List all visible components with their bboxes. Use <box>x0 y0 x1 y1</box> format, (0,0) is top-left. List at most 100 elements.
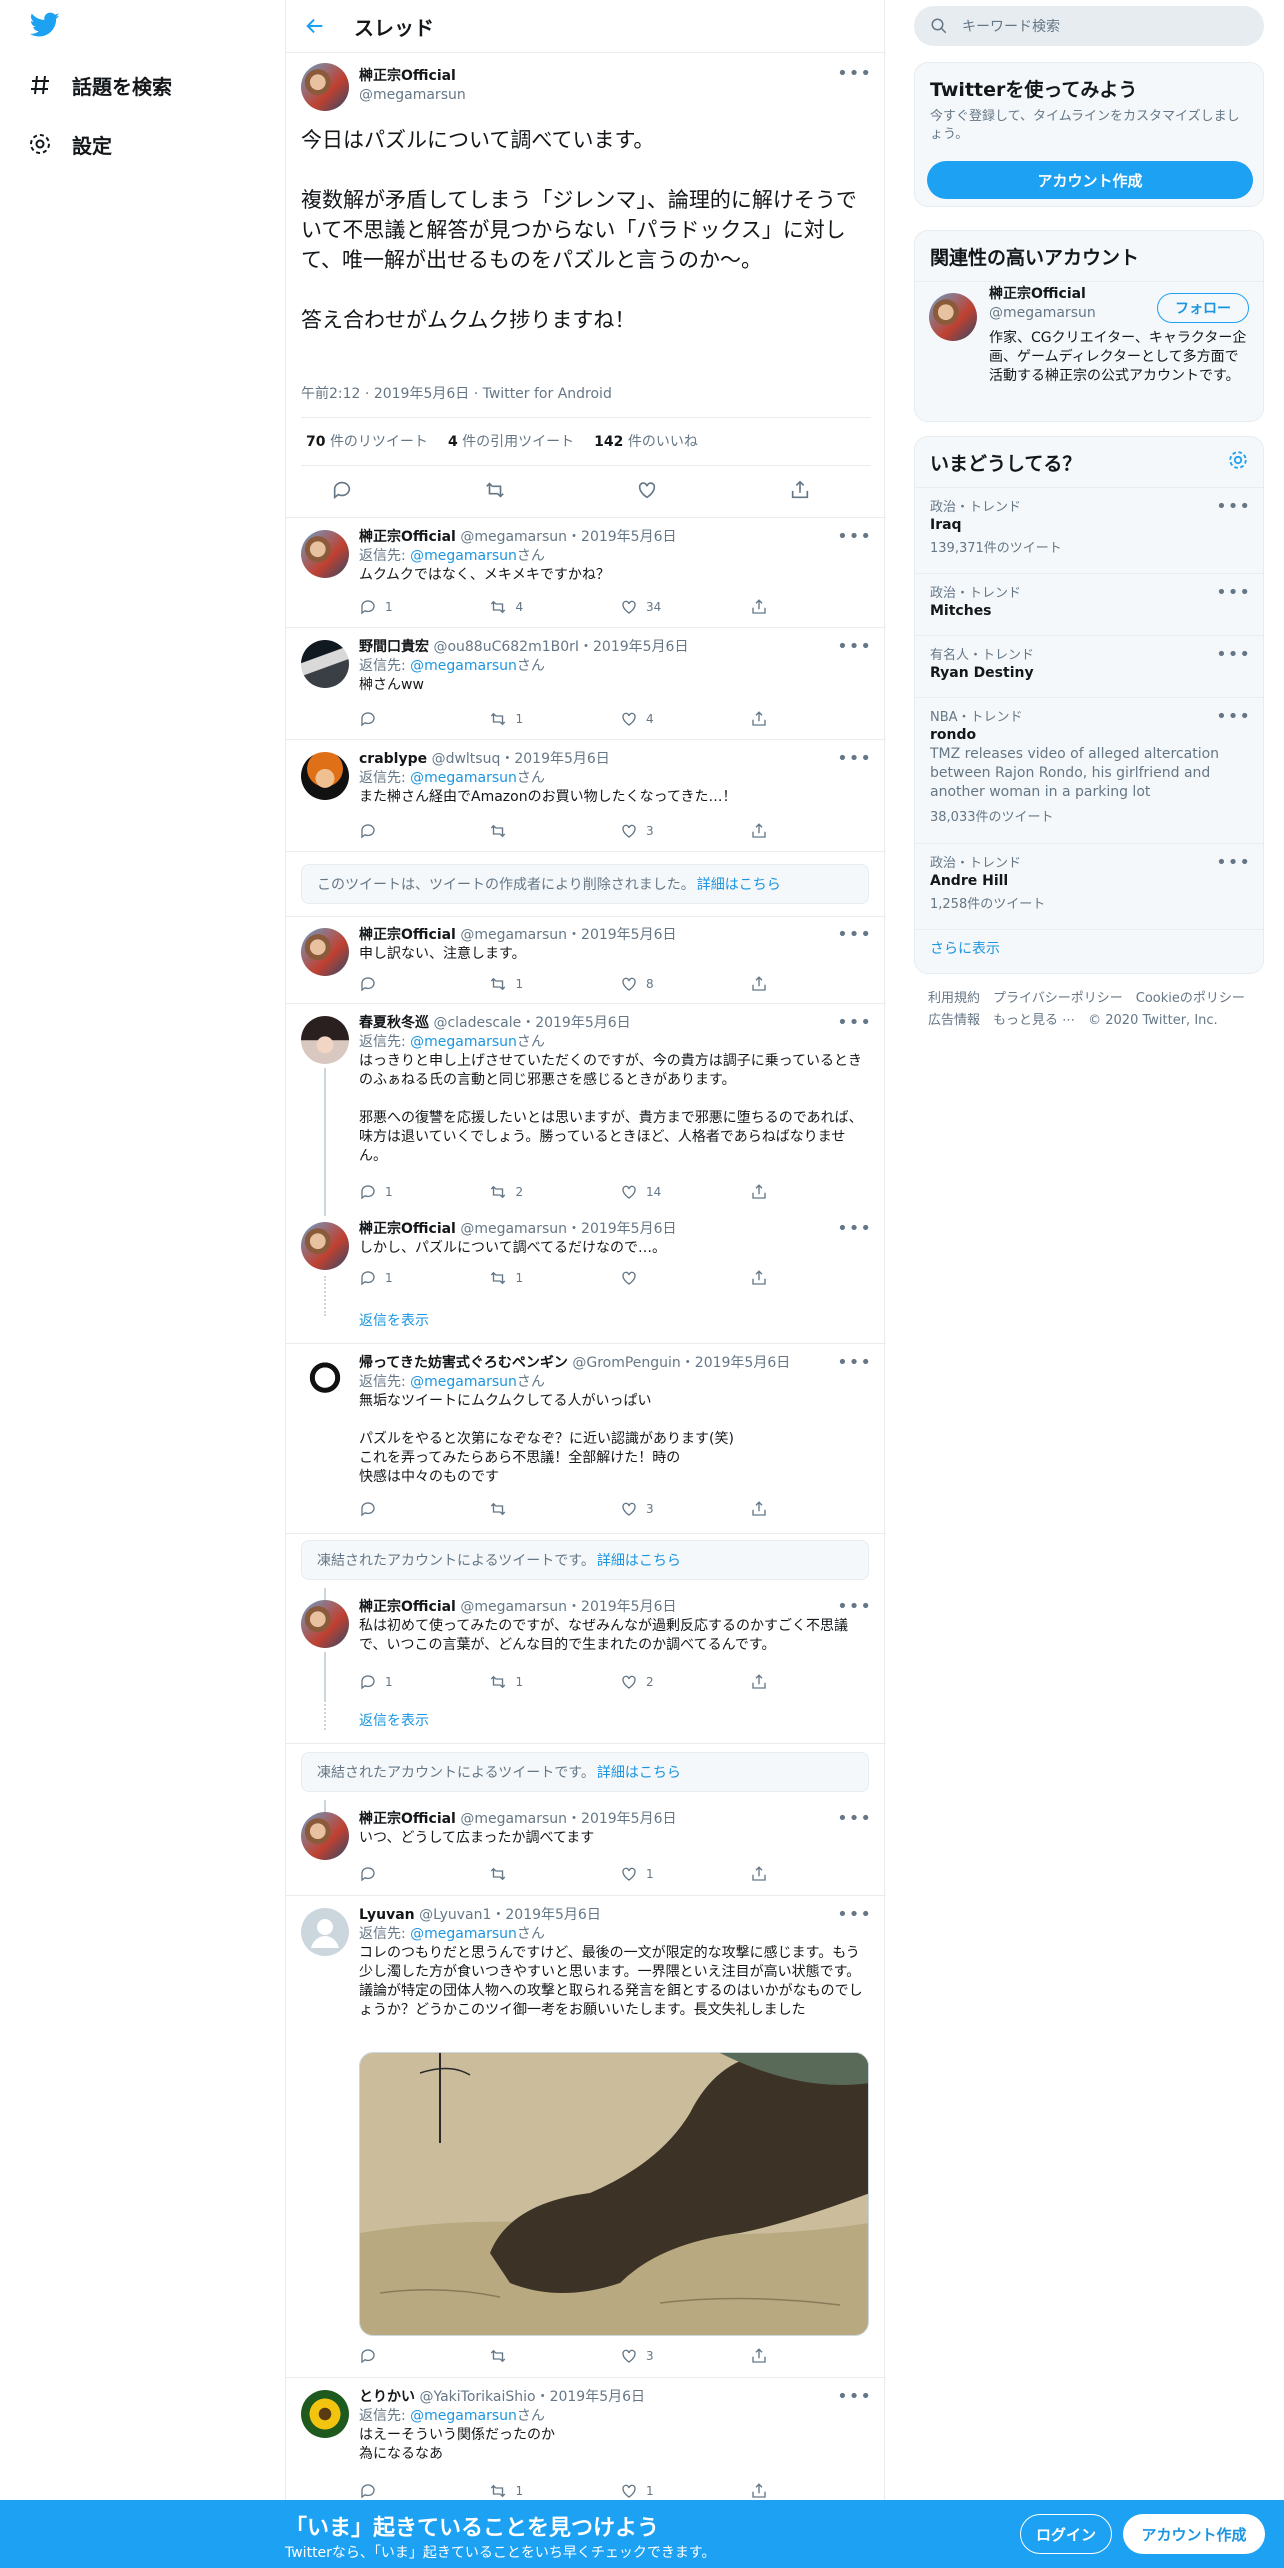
show-replies-link[interactable]: 返信を表示 <box>359 1310 429 1330</box>
learn-more-link[interactable]: 詳細はこちら <box>597 1550 681 1570</box>
like-icon[interactable] <box>636 479 658 501</box>
trend-item[interactable]: 政治・トレンド Andre Hill 1,258件のツイート ••• <box>915 843 1263 929</box>
reply-button[interactable] <box>359 974 489 994</box>
reply-button[interactable]: 1 <box>359 1672 489 1692</box>
avatar[interactable] <box>301 928 349 976</box>
avatar[interactable] <box>301 1812 349 1860</box>
reply-button[interactable] <box>359 2346 489 2366</box>
author-name[interactable]: 榊正宗Official <box>359 1599 456 1615</box>
tweet-timestamp[interactable]: 午前2:12 · 2019年5月6日 · Twitter for Android <box>301 383 612 403</box>
like-button[interactable]: 34 <box>620 597 750 617</box>
reply-tweet[interactable]: ••• crablype @dwltsuq・2019年5月6日 返信先: @me… <box>286 740 886 852</box>
reply-button[interactable] <box>359 2481 489 2501</box>
author-handle[interactable]: @megamarsun <box>359 86 466 105</box>
reply-button[interactable] <box>359 709 489 729</box>
share-icon[interactable] <box>789 479 811 501</box>
tweet-media-image[interactable] <box>359 2052 869 2336</box>
relevant-name[interactable]: 榊正宗Official <box>989 285 1096 304</box>
retweet-button[interactable] <box>489 1499 619 1519</box>
twitter-logo-icon[interactable] <box>30 12 60 38</box>
reply-button[interactable]: 1 <box>359 1182 489 1202</box>
avatar[interactable] <box>301 63 349 111</box>
share-button[interactable] <box>750 2481 779 2501</box>
share-button[interactable] <box>750 2346 779 2366</box>
search-box[interactable]: キーワード検索 <box>914 6 1264 46</box>
learn-more-link[interactable]: 詳細はこちら <box>697 874 781 894</box>
retweet-button[interactable] <box>489 1864 619 1884</box>
author-name[interactable]: Lyuvan <box>359 1907 415 1923</box>
nav-settings[interactable]: 設定 <box>28 124 112 164</box>
more-options-icon[interactable]: ••• <box>1216 644 1251 665</box>
reply-button[interactable]: 1 <box>359 597 489 617</box>
replying-to-link[interactable]: @megamarsun <box>410 548 517 564</box>
replying-to-link[interactable]: @megamarsun <box>410 1034 517 1050</box>
reply-tweet[interactable]: ••• 野間口貴宏 @ou88uC682m1B0rI・2019年5月6日 返信先… <box>286 628 886 740</box>
reply-tweet[interactable]: ••• 帰ってきた妨害式ぐろむペンギン @GromPenguin・2019年5月… <box>286 1344 886 1534</box>
retweet-button[interactable] <box>489 2346 619 2366</box>
share-button[interactable] <box>750 1268 779 1288</box>
settings-gear-icon[interactable] <box>1227 449 1249 471</box>
more-options-icon[interactable]: ••• <box>1216 496 1251 517</box>
follow-button[interactable]: フォロー <box>1157 293 1249 323</box>
avatar[interactable] <box>301 1222 349 1270</box>
learn-more-link[interactable]: 詳細はこちら <box>597 1762 681 1782</box>
reply-tweet[interactable]: ••• Lyuvan @Lyuvan1・2019年5月6日 返信先: @mega… <box>286 1896 886 2378</box>
reply-button[interactable] <box>359 1499 489 1519</box>
reply-tweet[interactable]: ••• 榊正宗Official @megamarsun・2019年5月6日 いつ… <box>286 1800 886 1896</box>
like-button[interactable]: 14 <box>620 1182 750 1202</box>
avatar[interactable] <box>301 1600 349 1648</box>
show-more-link[interactable]: さらに表示 <box>915 929 1263 973</box>
reply-button[interactable] <box>359 821 489 841</box>
avatar[interactable] <box>301 2390 349 2438</box>
share-button[interactable] <box>750 974 779 994</box>
replying-to-link[interactable]: @megamarsun <box>410 1374 517 1390</box>
avatar[interactable] <box>301 1016 349 1064</box>
author-name[interactable]: 野間口貴宏 <box>359 639 429 655</box>
create-account-button[interactable]: アカウント作成 <box>927 161 1253 199</box>
more-options-icon[interactable]: ••• <box>1216 706 1251 727</box>
retweet-button[interactable] <box>489 821 619 841</box>
author-name[interactable]: crablype <box>359 751 427 767</box>
avatar[interactable] <box>301 530 349 578</box>
avatar[interactable] <box>301 1908 349 1956</box>
reply-tweet[interactable]: ••• 榊正宗Official @megamarsun・2019年5月6日 私は… <box>286 1588 886 1744</box>
replying-to-link[interactable]: @megamarsun <box>410 770 517 786</box>
author-name[interactable]: 榊正宗Official <box>359 67 466 86</box>
like-button[interactable]: 3 <box>620 1499 750 1519</box>
author-name[interactable]: 春夏秋冬巡 <box>359 1015 429 1031</box>
retweet-button[interactable]: 1 <box>489 709 619 729</box>
reply-button[interactable]: 1 <box>359 1268 489 1288</box>
quote-stat[interactable]: 4 件の引用ツイート <box>448 431 574 451</box>
share-button[interactable] <box>750 709 779 729</box>
avatar[interactable] <box>301 752 349 800</box>
avatar[interactable] <box>301 640 349 688</box>
retweet-stat[interactable]: 70 件のリツイート <box>306 431 428 451</box>
retweet-button[interactable]: 1 <box>489 2481 619 2501</box>
footer-line-2[interactable]: 広告情報 もっと見る ⋯ © 2020 Twitter, Inc. <box>928 1010 1245 1032</box>
author-name[interactable]: 榊正宗Official <box>359 529 456 545</box>
login-button[interactable]: ログイン <box>1020 2514 1112 2554</box>
retweet-button[interactable]: 1 <box>489 974 619 994</box>
relevant-handle[interactable]: @megamarsun <box>989 304 1096 323</box>
back-arrow-icon[interactable] <box>304 15 326 37</box>
reply-tweet[interactable]: ••• 榊正宗Official @megamarsun・2019年5月6日 返信… <box>286 518 886 628</box>
author-name[interactable]: 榊正宗Official <box>359 1221 456 1237</box>
reply-tweet[interactable]: ••• とりかい @YakiTorikaiShio・2019年5月6日 返信先:… <box>286 2378 886 2500</box>
like-button[interactable]: 3 <box>620 2346 750 2366</box>
replying-to-link[interactable]: @megamarsun <box>410 2408 517 2424</box>
signup-button[interactable]: アカウント作成 <box>1123 2514 1265 2554</box>
reply-tweet[interactable]: ••• 榊正宗Official @megamarsun・2019年5月6日 申し… <box>286 916 886 1004</box>
more-options-icon[interactable]: ••• <box>837 63 872 84</box>
replying-to-link[interactable]: @megamarsun <box>410 658 517 674</box>
more-options-icon[interactable]: ••• <box>1216 582 1251 603</box>
like-button[interactable]: 2 <box>620 1672 750 1692</box>
retweet-button[interactable]: 2 <box>489 1182 619 1202</box>
avatar[interactable] <box>301 1356 349 1404</box>
author-name[interactable]: 帰ってきた妨害式ぐろむペンギン <box>359 1355 568 1371</box>
like-button[interactable]: 3 <box>620 821 750 841</box>
retweet-button[interactable]: 1 <box>489 1672 619 1692</box>
reply-button[interactable] <box>359 1864 489 1884</box>
share-button[interactable] <box>750 597 779 617</box>
like-button[interactable]: 8 <box>620 974 750 994</box>
share-button[interactable] <box>750 1864 779 1884</box>
